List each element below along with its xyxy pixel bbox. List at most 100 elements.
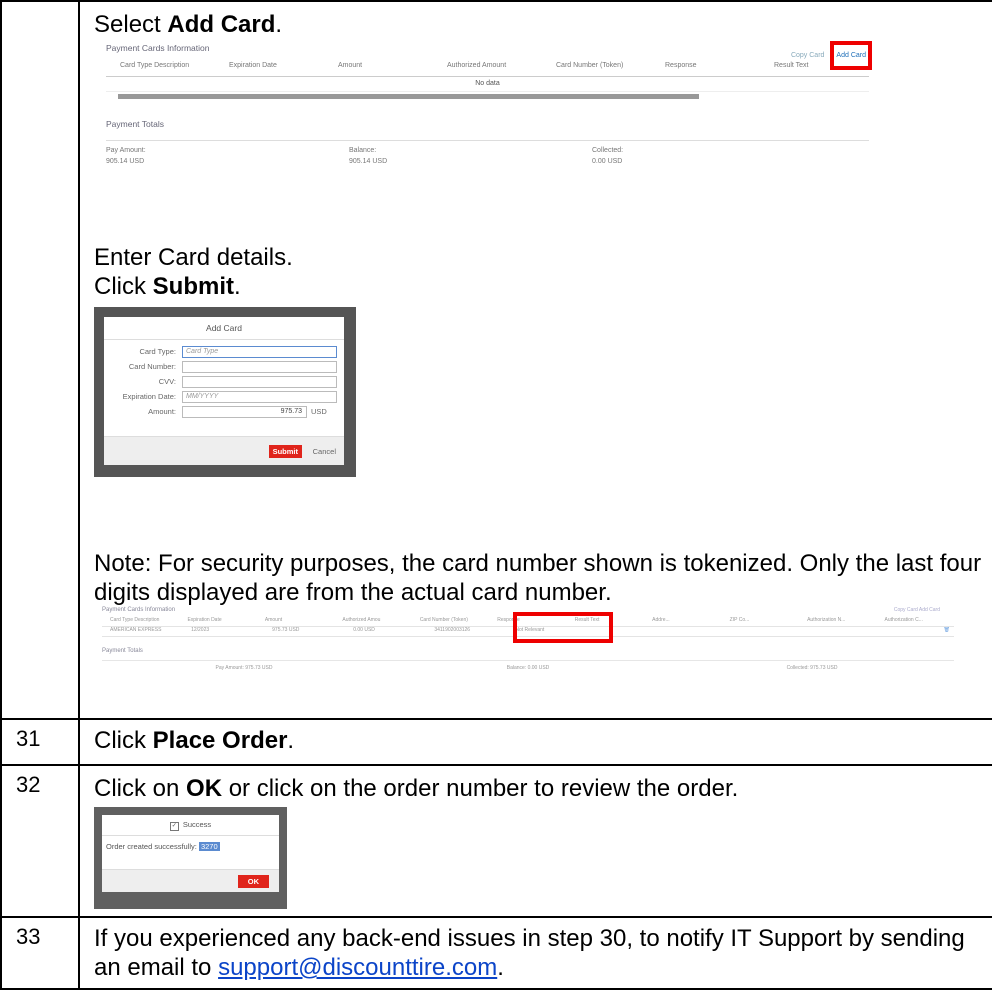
column-header: Response <box>665 62 697 69</box>
instruction-suffix: . <box>287 727 295 754</box>
instruction-suffix: . <box>275 11 283 38</box>
instruction-click-submit: Click Submit. <box>80 272 992 301</box>
totals-title: Payment Totals <box>106 119 164 129</box>
table-cell <box>751 627 832 636</box>
table-cell: 975.73 USD <box>272 627 300 633</box>
card-type-label: Card Type: <box>139 347 176 356</box>
card-number-row: Card Number: <box>104 360 344 373</box>
column-header: Authorized Amou <box>342 617 381 623</box>
payment-cards-result-screenshot: Payment Cards Information Copy Card Add … <box>94 607 954 675</box>
column-header: Authorization N... <box>807 617 846 623</box>
steps-table: Select Add Card. Payment Cards Informati… <box>0 0 992 990</box>
cvv-input[interactable] <box>182 375 337 388</box>
no-data-message: No data <box>106 77 869 92</box>
step-number: 31 <box>0 718 80 766</box>
ok-button[interactable]: OK <box>237 875 269 888</box>
copy-card-link[interactable]: Copy Card <box>791 52 824 59</box>
instruction-bold: Submit <box>152 273 234 300</box>
instruction-select-add-card: Select Add Card. <box>80 10 992 39</box>
token-highlight <box>513 612 613 643</box>
table-cell: AMERICAN EXPRESS <box>110 627 162 633</box>
success-dialog-screenshot: ✓ Success Order created successfully: 327… <box>94 807 287 909</box>
cancel-button[interactable]: Cancel <box>313 447 336 456</box>
section-title: Payment Cards Information <box>102 607 176 613</box>
column-header: Result Text <box>774 62 809 69</box>
payment-totals: Pay Amount: 905.14 USD Balance: 905.14 USD… <box>106 140 869 167</box>
instruction-text: Click on <box>94 775 187 802</box>
balance: Balance: 905.14 USD <box>349 145 592 167</box>
success-message: Order created successfully: 3270 <box>102 836 279 860</box>
column-header: ZIP Co... <box>729 617 750 623</box>
success-dialog: ✓ Success Order created successfully: 327… <box>102 815 279 892</box>
table-cell <box>670 627 751 636</box>
amount-label: Amount: <box>148 407 176 416</box>
amount-input[interactable]: 975.73 <box>182 405 307 418</box>
table-cell <box>832 627 913 636</box>
column-header: Authorized Amount <box>447 62 507 69</box>
dialog-title: Add Card <box>104 317 344 340</box>
expiration-input[interactable]: MM/YYYY <box>182 390 337 403</box>
collected-value: 0.00 USD <box>592 158 623 165</box>
security-note: Note: For security purposes, the card nu… <box>94 550 982 606</box>
card-type-select[interactable]: Card Type <box>182 345 337 358</box>
dialog-footer: Submit Cancel <box>104 436 344 465</box>
column-header: Authorization C... <box>884 617 923 623</box>
balance: Balance: 0.00 USD <box>506 665 550 671</box>
support-instruction: If you experienced any back-end issues i… <box>80 924 992 982</box>
payment-cards-screenshot: Payment Cards Information Copy Card Add C… <box>94 41 874 165</box>
trash-icon[interactable]: 🗑 <box>913 627 954 636</box>
pay-amount: Pay Amount: 975.73 USD <box>215 665 273 671</box>
instruction-suffix: . <box>234 273 241 300</box>
expiration-label: Expiration Date: <box>122 392 176 401</box>
cvv-label: CVV: <box>158 377 176 386</box>
dialog-footer: OK <box>102 869 279 892</box>
instruction-place-order: Click Place Order. <box>80 726 992 755</box>
totals-title: Payment Totals <box>102 648 143 654</box>
column-header: Addre... <box>652 617 670 623</box>
pay-amount: Pay Amount: 905.14 USD <box>106 145 349 167</box>
currency-label: USD <box>311 407 327 416</box>
table-header: Card Type Description Expiration Date Am… <box>106 62 869 77</box>
balance-label: Balance: <box>349 147 377 154</box>
instruction-text: Select <box>94 11 168 38</box>
payment-totals: Pay Amount: 975.73 USD Balance: 0.00 USD… <box>102 660 954 671</box>
card-type-row: Card Type: Card Type <box>104 345 344 358</box>
section-title: Payment Cards Information <box>106 43 210 53</box>
step-31-row: 31 Click Place Order. <box>0 718 992 766</box>
pay-amount-label: Pay Amount: <box>106 147 146 154</box>
step-33-row: 33 If you experienced any back-end issue… <box>0 916 992 990</box>
table-cell: 0.00 USD <box>353 627 375 633</box>
step-body: Select Add Card. Payment Cards Informati… <box>78 0 992 720</box>
card-number-input[interactable] <box>182 360 337 373</box>
order-number-link[interactable]: 3270 <box>198 842 220 851</box>
cvv-row: CVV: <box>104 375 344 388</box>
column-header: Expiration Date <box>187 617 222 623</box>
instruction-bold: OK <box>186 775 223 802</box>
card-links[interactable]: Copy Card Add Card <box>894 607 940 613</box>
submit-button[interactable]: Submit <box>268 445 302 458</box>
add-card-dialog-screenshot: Add Card Card Type: Card Type Card Numbe… <box>94 307 356 477</box>
instruction-click-ok: Click on OK or click on the order number… <box>80 774 992 803</box>
card-number-label: Card Number: <box>128 362 176 371</box>
support-email-link[interactable]: support@discounttire.com <box>218 954 497 981</box>
column-header: Card Number (Token) <box>419 617 468 623</box>
collected: Collected: 975.73 USD <box>786 665 838 671</box>
instruction-suffix: . <box>497 954 504 981</box>
step-32-row: 32 Click on OK or click on the order num… <box>0 764 992 918</box>
instruction-text: Click <box>94 727 153 754</box>
message-text: Order created successfully: <box>106 842 197 851</box>
column-header: Amount <box>338 62 363 69</box>
column-header: Card Number (Token) <box>556 62 624 69</box>
instruction-bold: Add Card <box>167 11 276 38</box>
horizontal-scrollbar[interactable] <box>118 94 699 99</box>
balance-value: 905.14 USD <box>349 158 388 165</box>
dialog-title-text: Success <box>182 820 212 829</box>
column-header: Expiration Date <box>229 62 277 69</box>
pay-amount-value: 905.14 USD <box>106 158 145 165</box>
add-card-dialog: Add Card Card Type: Card Type Card Numbe… <box>104 317 344 465</box>
step-30-row: Select Add Card. Payment Cards Informati… <box>0 0 992 720</box>
check-icon: ✓ <box>169 822 179 831</box>
collected: Collected: 0.00 USD <box>592 145 835 167</box>
amount-row: Amount: 975.73 USD <box>104 405 344 418</box>
instruction-bold: Place Order <box>152 727 288 754</box>
